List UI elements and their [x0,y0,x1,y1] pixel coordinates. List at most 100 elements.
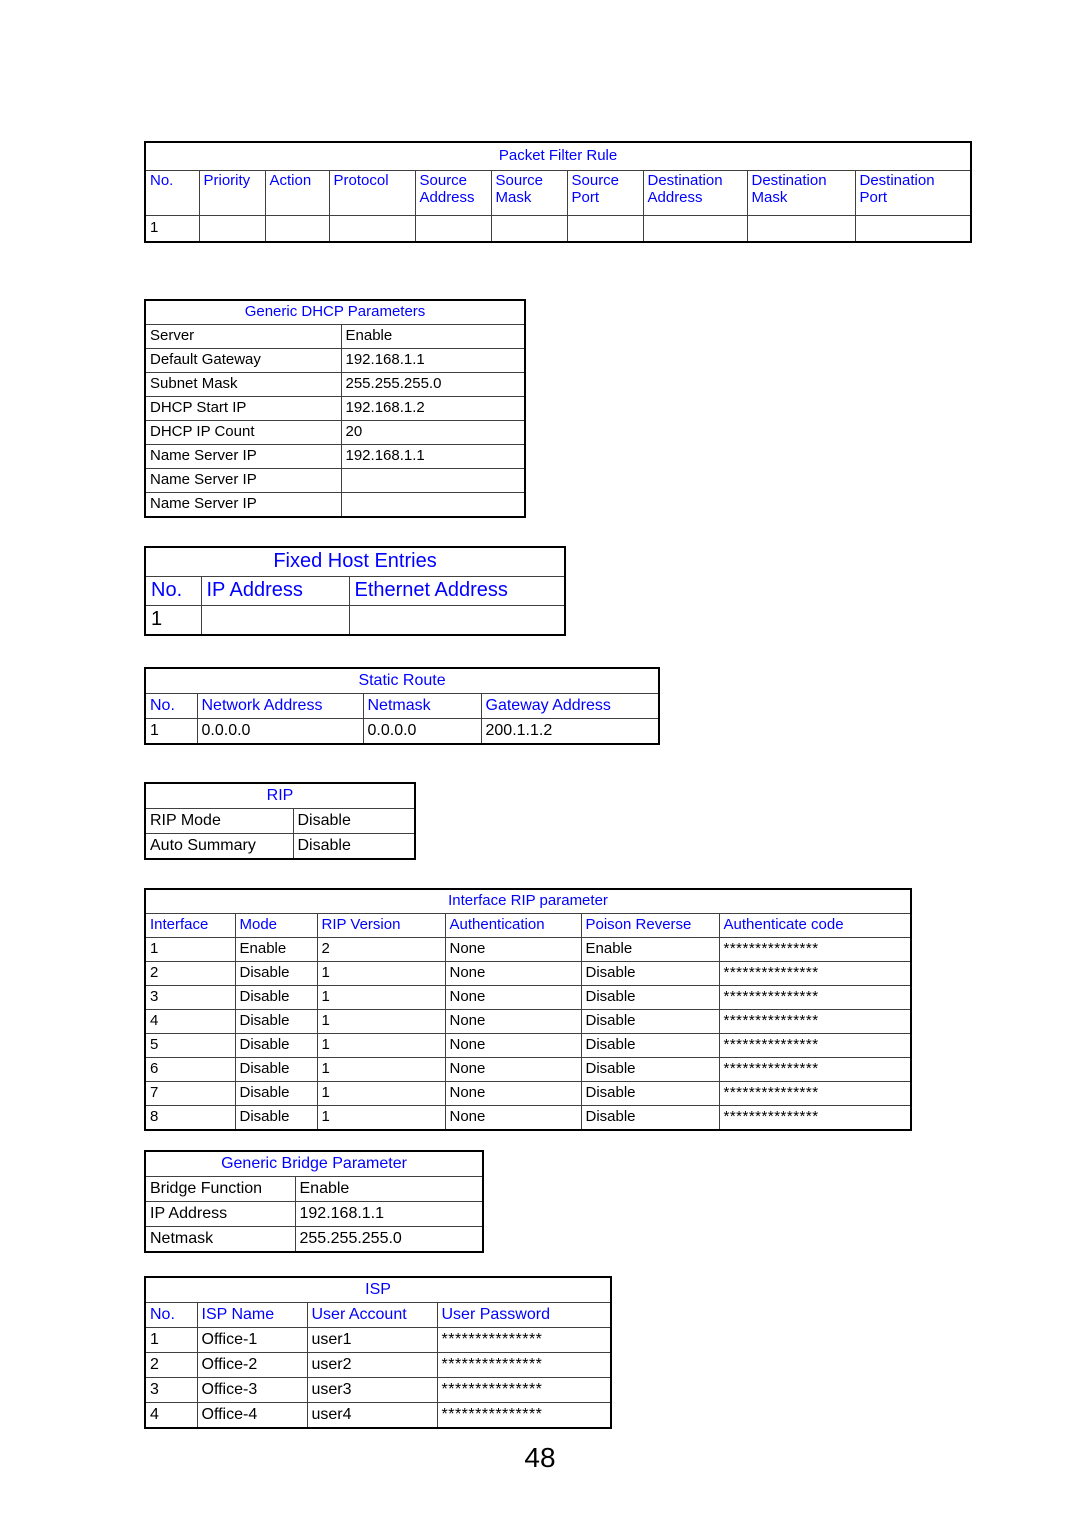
packet-filter-rule-title: Packet Filter Rule [144,141,972,171]
table-row: 1 Enable 2 None Enable *************** [144,937,912,962]
table-row: 1 [144,215,972,243]
table-row: Netmask 255.255.255.0 [144,1226,484,1253]
cell-poison-reverse: Disable [580,1105,720,1131]
label-rip-mode: RIP Mode [144,808,294,834]
table-row: 7 Disable 1 None Disable *************** [144,1081,912,1106]
column-header-gateway-address: Gateway Address [480,693,660,719]
cell-rip-version: 1 [316,1081,446,1106]
column-header-ip-address: IP Address [200,576,350,606]
generic-bridge-parameter-title: Generic Bridge Parameter [144,1150,484,1177]
cell-rip-version: 1 [316,1105,446,1131]
column-header-mode: Mode [234,913,318,938]
document-page: Packet Filter Rule No. Priority Action P… [0,0,1080,1528]
table-row: 1 0.0.0.0 0.0.0.0 200.1.1.2 [144,718,660,745]
cell-rip-version: 1 [316,985,446,1010]
cell-user-password: *************** [436,1352,612,1378]
table-row: Name Server IP [144,468,526,493]
cell-no: 1 [144,605,202,636]
cell-interface: 1 [144,937,236,962]
label-name-server-ip-2: Name Server IP [144,468,342,493]
isp-table: ISP No. ISP Name User Account User Passw… [144,1276,613,1429]
table-row: 6 Disable 1 None Disable *************** [144,1057,912,1082]
cell-poison-reverse: Disable [580,1033,720,1058]
value-auto-summary: Disable [292,833,416,860]
column-header-source-mask: Source Mask [490,170,568,216]
column-header-destination-address: Destination Address [642,170,748,216]
cell-interface: 7 [144,1081,236,1106]
cell-mode: Disable [234,1057,318,1082]
cell-isp-name: Office-2 [196,1352,308,1378]
cell-mode: Enable [234,937,318,962]
value-dhcp-start-ip: 192.168.1.2 [340,396,526,421]
table-row: Subnet Mask 255.255.255.0 [144,372,526,397]
cell-mode: Disable [234,1009,318,1034]
cell-no: 1 [144,215,200,243]
cell-interface: 8 [144,1105,236,1131]
cell-no: 1 [144,1327,198,1353]
cell-authenticate-code: *************** [718,1081,912,1106]
column-header-isp-name: ISP Name [196,1302,308,1328]
value-bridge-function: Enable [294,1176,484,1202]
cell-destination-address [642,215,748,243]
cell-poison-reverse: Disable [580,1081,720,1106]
column-header-no: No. [144,170,200,216]
cell-user-password: *************** [436,1377,612,1403]
cell-rip-version: 2 [316,937,446,962]
cell-user-password: *************** [436,1327,612,1353]
label-subnet-mask: Subnet Mask [144,372,342,397]
cell-interface: 6 [144,1057,236,1082]
fixed-host-entries-table: Fixed Host Entries No. IP Address Ethern… [144,546,567,636]
column-header-user-password: User Password [436,1302,612,1328]
cell-authentication: None [444,1009,582,1034]
packet-filter-rule-table: Packet Filter Rule No. Priority Action P… [144,141,973,243]
cell-rip-version: 1 [316,1057,446,1082]
cell-source-mask [490,215,568,243]
cell-poison-reverse: Disable [580,1057,720,1082]
value-dhcp-ip-count: 20 [340,420,526,445]
column-header-poison-reverse: Poison Reverse [580,913,720,938]
table-row: DHCP IP Count 20 [144,420,526,445]
label-default-gateway: Default Gateway [144,348,342,373]
column-header-destination-mask: Destination Mask [746,170,856,216]
value-subnet-mask: 255.255.255.0 [340,372,526,397]
cell-rip-version: 1 [316,961,446,986]
cell-authentication: None [444,937,582,962]
column-header-user-account: User Account [306,1302,438,1328]
cell-interface: 4 [144,1009,236,1034]
column-header-authenticate-code: Authenticate code [718,913,912,938]
cell-authenticate-code: *************** [718,1057,912,1082]
cell-user-account: user2 [306,1352,438,1378]
cell-authenticate-code: *************** [718,1009,912,1034]
cell-authentication: None [444,1057,582,1082]
cell-authentication: None [444,1033,582,1058]
table-row: 1 Office-1 user1 *************** [144,1327,612,1353]
cell-interface: 3 [144,985,236,1010]
interface-rip-parameter-table: Interface RIP parameter Interface Mode R… [144,888,913,1131]
cell-isp-name: Office-1 [196,1327,308,1353]
static-route-title: Static Route [144,667,660,694]
table-row: 2 Office-2 user2 *************** [144,1352,612,1378]
column-header-rip-version: RIP Version [316,913,446,938]
table-row: 4 Disable 1 None Disable *************** [144,1009,912,1034]
cell-authenticate-code: *************** [718,1105,912,1131]
cell-poison-reverse: Disable [580,985,720,1010]
label-dhcp-ip-count: DHCP IP Count [144,420,342,445]
cell-no: 3 [144,1377,198,1403]
cell-authentication: None [444,1081,582,1106]
table-row: Default Gateway 192.168.1.1 [144,348,526,373]
table-row: Bridge Function Enable [144,1176,484,1202]
table-row: Auto Summary Disable [144,833,416,860]
value-name-server-ip-3 [340,492,526,518]
cell-gateway-address: 200.1.1.2 [480,718,660,745]
cell-authentication: None [444,985,582,1010]
label-name-server-ip-3: Name Server IP [144,492,342,518]
cell-action [264,215,330,243]
table-row: Server Enable [144,324,526,349]
cell-poison-reverse: Disable [580,1009,720,1034]
cell-mode: Disable [234,1105,318,1131]
cell-mode: Disable [234,1033,318,1058]
cell-interface: 2 [144,961,236,986]
rip-title: RIP [144,782,416,809]
value-default-gateway: 192.168.1.1 [340,348,526,373]
table-row: 1 [144,605,566,636]
